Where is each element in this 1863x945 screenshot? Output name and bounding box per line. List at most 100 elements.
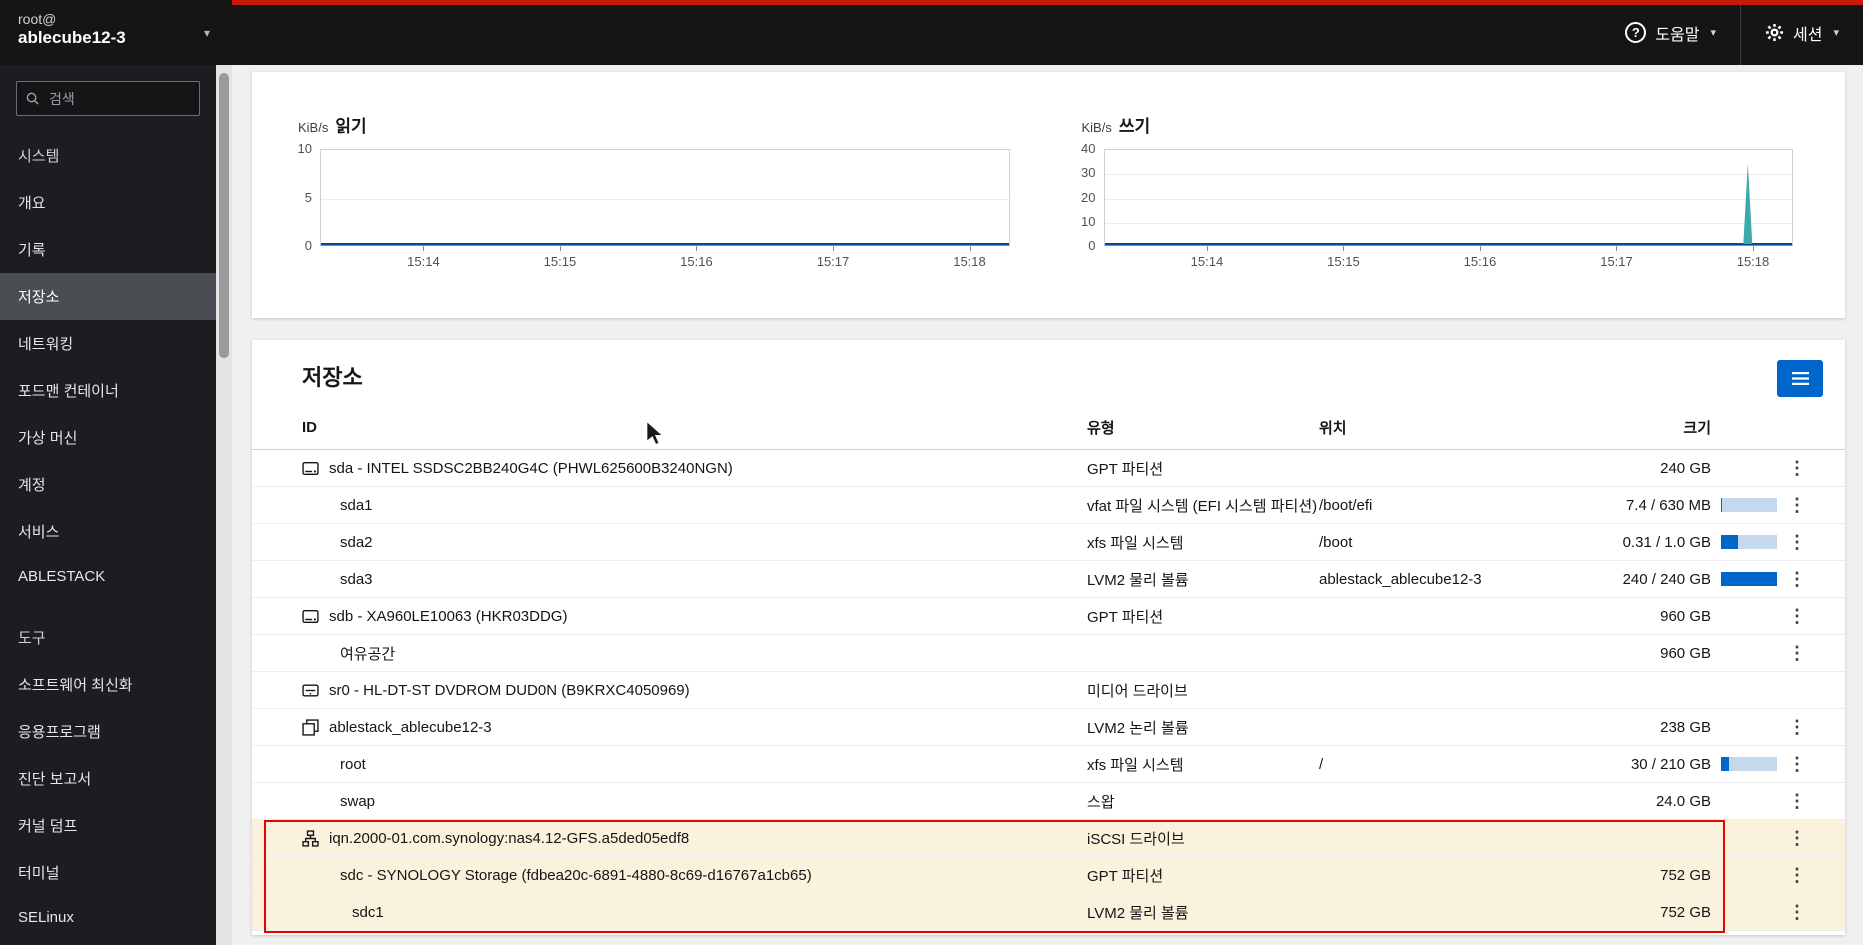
masthead-toolbar: ? 도움말 ▾ 세션 ▾	[232, 0, 1863, 65]
row-type: GPT 파티션	[1087, 460, 1164, 478]
row-size: 7.4 / 630 MB	[1625, 496, 1711, 514]
write-chart: KiB/s 쓰기 0 10 20 30 40 15:14 15:15 15:16 15:17 15:1…	[1066, 112, 1793, 318]
masthead: root@ ablecube12-3 ▾ ? 도움말 ▾ 세션 ▾	[0, 0, 1863, 65]
row-actions-kebab-button[interactable]: ⋮	[1780, 714, 1814, 740]
scrollbar-thumb[interactable]	[219, 73, 229, 358]
sidebar-scrollbar[interactable]	[216, 65, 232, 945]
row-actions-kebab-button[interactable]: ⋮	[1780, 529, 1814, 555]
row-actions-kebab-button[interactable]: ⋮	[1780, 825, 1814, 851]
row-id: iqn.2000-01.com.synology:nas4.12-GFS.a5d…	[329, 829, 690, 847]
row-type: LVM2 물리 볼륨	[1087, 571, 1189, 589]
x-tick-label: 15:17	[1600, 254, 1633, 269]
row-size: 238 GB	[1660, 718, 1711, 736]
table-row[interactable]: sda3 LVM2 물리 볼륨 ablestack_ablecube12-3 240 …	[252, 561, 1845, 598]
row-actions-kebab-button[interactable]: ⋮	[1780, 492, 1814, 518]
x-tick-label: 15:14	[1190, 254, 1224, 269]
gear-icon	[1765, 23, 1784, 42]
chevron-down-icon: ▾	[203, 26, 210, 40]
row-id: sdc - SYNOLOGY Storage (fdbea20c-6891-48…	[340, 866, 812, 884]
column-header: ID	[302, 419, 317, 436]
search-input[interactable]	[16, 81, 200, 116]
session-menu-button[interactable]: 세션 ▾	[1740, 0, 1863, 65]
sidebar-item-storage[interactable]: 저장소	[0, 273, 216, 320]
row-actions-kebab-button[interactable]: ⋮	[1780, 751, 1814, 777]
sidebar-item-services[interactable]: 서비스	[0, 508, 216, 555]
storage-panel: 저장소 ID 유형 위치 크기 sda - INTEL SSDSC2BB240G4C (…	[252, 340, 1845, 935]
help-menu-button[interactable]: ? 도움말 ▾	[1601, 0, 1740, 65]
disk-icon	[302, 608, 319, 625]
x-tick	[1479, 246, 1481, 251]
row-actions-kebab-button[interactable]: ⋮	[1780, 455, 1814, 481]
table-row[interactable]: iqn.2000-01.com.synology:nas4.12-GFS.a5d…	[252, 820, 1845, 857]
table-row[interactable]: sda1 vfat 파일 시스템 (EFI 시스템 파티션)/boot/efi 7.…	[252, 487, 1845, 524]
table-row[interactable]: sdb - XA960LE10063 (HKR03DDG) GPT 파티션 960 …	[252, 598, 1845, 635]
chart-plot-area	[1103, 149, 1793, 246]
row-actions-kebab-button[interactable]: ⋮	[1780, 899, 1814, 925]
table-row[interactable]: sdc1 LVM2 물리 볼륨 752 GB ⋮	[252, 894, 1845, 931]
x-tick-label: 15:18	[1736, 254, 1770, 269]
storage-panel-header: 저장소	[252, 340, 1845, 397]
sidebar-item-networking[interactable]: 네트워킹	[0, 320, 216, 367]
sidebar-item-applications[interactable]: 응용프로그램	[0, 708, 216, 755]
disk-icon	[302, 460, 319, 477]
x-tick-label: 15:16	[680, 254, 713, 269]
y-tick-label: 5	[304, 189, 312, 205]
row-id: sdc1	[352, 903, 384, 921]
sidebar-item-machines[interactable]: 가상 머신	[0, 414, 216, 461]
sidebar-item-tools[interactable]: 도구	[0, 614, 216, 661]
y-tick-label: 0	[1088, 238, 1096, 253]
read-chart: KiB/s 읽기 0 5 10 15:14 15:15 15:16 15:17 15:18	[282, 112, 1010, 318]
column-header: 위치	[1319, 420, 1347, 437]
table-row[interactable]: sda - INTEL SSDSC2BB240G4C (PHWL625600B3…	[252, 450, 1845, 487]
app-body: 시스템개요기록저장소네트워킹포드맨 컨테이너가상 머신계정서비스ABLESTAC…	[0, 65, 1863, 945]
question-circle-icon: ?	[1625, 22, 1647, 43]
column-header: 크기	[1683, 420, 1711, 437]
chart-unit-label: KiB/s	[1081, 120, 1112, 135]
y-tick-label: 40	[1081, 141, 1096, 156]
cockpit-window: root@ ablecube12-3 ▾ ? 도움말 ▾ 세션 ▾ 시스템개	[0, 0, 1863, 945]
chevron-down-icon: ▾	[1710, 27, 1717, 39]
row-location: /	[1319, 755, 1324, 773]
row-type: vfat 파일 시스템 (EFI 시스템 파티션)	[1087, 497, 1318, 515]
row-actions-kebab-button[interactable]: ⋮	[1780, 603, 1814, 629]
row-actions-kebab-button[interactable]: ⋮	[1780, 862, 1814, 888]
main-content: KiB/s 읽기 0 5 10 15:14 15:15 15:16 15:17 15:18 KiB/…	[232, 65, 1863, 945]
sidebar-item-kdump[interactable]: 커널 덤프	[0, 802, 216, 849]
table-row[interactable]: 여유공간 960 GB ⋮	[252, 635, 1845, 672]
table-row[interactable]: root xfs 파일 시스템 / 30 / 210 GB ⋮	[252, 746, 1845, 783]
row-actions-kebab-button[interactable]: ⋮	[1780, 640, 1814, 666]
sidebar-item-podman[interactable]: 포드맨 컨테이너	[0, 367, 216, 414]
row-id: ablestack_ablecube12-3	[329, 718, 492, 736]
sidebar-item-logs[interactable]: 기록	[0, 226, 216, 273]
table-row[interactable]: sdc - SYNOLOGY Storage (fdbea20c-6891-48…	[252, 857, 1845, 894]
sidebar-item-ablestack[interactable]: ABLESTACK	[0, 555, 216, 598]
row-size: 30 / 210 GB	[1630, 755, 1711, 773]
sidebar-item-overview[interactable]: 개요	[0, 179, 216, 226]
host-switcher[interactable]: root@ ablecube12-3 ▾	[0, 0, 232, 65]
sidebar-item-selinux[interactable]: SELinux	[0, 896, 216, 939]
row-size: 24.0 GB	[1655, 792, 1711, 810]
row-size: 240 GB	[1660, 459, 1711, 477]
x-tick-label: 15:16	[1463, 254, 1497, 269]
x-tick-label: 15:15	[1327, 254, 1360, 269]
table-menu-button[interactable]	[1777, 360, 1823, 397]
row-actions-kebab-button[interactable]: ⋮	[1780, 788, 1814, 814]
x-tick	[423, 246, 425, 251]
sidebar-item-reports[interactable]: 진단 보고서	[0, 755, 216, 802]
sidebar-item-accounts[interactable]: 계정	[0, 461, 216, 508]
sidebar-item-system[interactable]: 시스템	[0, 132, 216, 179]
gridline	[1104, 174, 1792, 176]
x-tick	[1753, 246, 1754, 251]
y-tick-label: 10	[297, 141, 312, 156]
gridline	[1104, 198, 1792, 200]
row-actions-kebab-button[interactable]: ⋮	[1780, 566, 1814, 592]
table-row[interactable]: ablestack_ablecube12-3 LVM2 논리 볼륨 238 GB ⋮	[252, 709, 1845, 746]
table-row[interactable]: swap 스왑 24.0 GB ⋮	[252, 783, 1845, 820]
table-row[interactable]: sda2 xfs 파일 시스템/boot 0.31 / 1.0 GB ⋮	[252, 524, 1845, 561]
table-row[interactable]: sr0 - HL-DT-ST DVDROM DUD0N (B9KRXC40509…	[252, 672, 1845, 709]
y-tick-label: 30	[1081, 165, 1096, 181]
iscsi-icon	[302, 829, 319, 847]
sidebar-item-updates[interactable]: 소프트웨어 최신화	[0, 661, 216, 708]
row-id: sda1	[340, 496, 373, 514]
sidebar-item-terminal[interactable]: 터미널	[0, 849, 216, 896]
